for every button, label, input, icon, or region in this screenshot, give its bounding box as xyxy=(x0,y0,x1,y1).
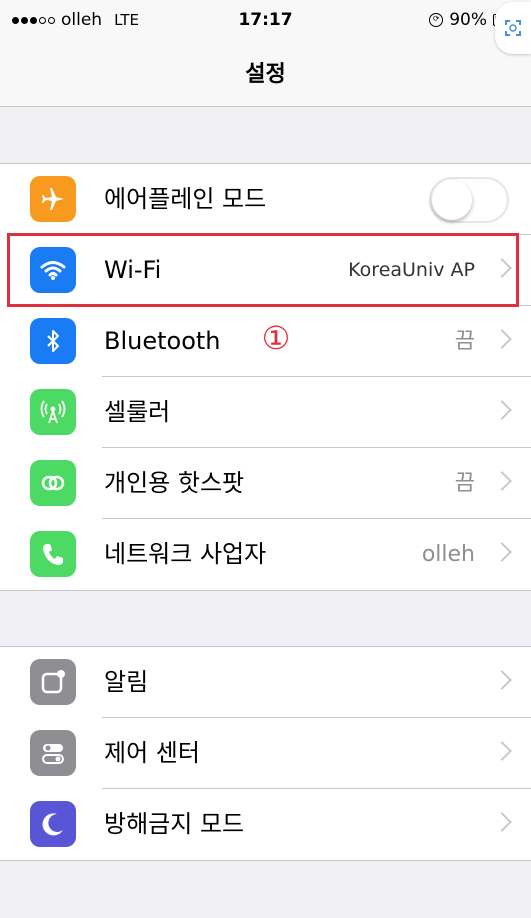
cellular-icon xyxy=(30,389,76,435)
do-not-disturb-row[interactable]: 방해금지 모드 xyxy=(0,789,531,860)
control-center-icon xyxy=(30,730,76,776)
status-bar: olleh LTE 17:17 ⟳ 90% xyxy=(0,0,531,40)
moon-icon xyxy=(30,801,76,847)
chevron-right-icon xyxy=(492,400,512,420)
chevron-right-icon xyxy=(492,329,512,349)
wifi-highlight-box xyxy=(7,233,519,307)
top-bar: olleh LTE 17:17 ⟳ 90% 설정 xyxy=(0,0,531,107)
chevron-right-icon xyxy=(492,741,512,761)
control-center-label: 제어 센터 xyxy=(104,739,200,767)
carrier-name-value: olleh xyxy=(421,542,475,567)
airplane-mode-label: 에어플레인 모드 xyxy=(104,185,267,213)
bluetooth-label: Bluetooth xyxy=(104,327,221,355)
cellular-row[interactable]: 셀룰러 xyxy=(0,377,531,448)
chevron-right-icon xyxy=(492,812,512,832)
bluetooth-status: 끔 xyxy=(454,329,475,354)
personal-hotspot-status: 끔 xyxy=(454,471,475,496)
phone-icon xyxy=(30,531,76,577)
system-group: 알림 제어 센터 방해금지 모드 xyxy=(0,646,531,861)
airplane-mode-row[interactable]: 에어플레인 모드 xyxy=(0,164,531,235)
carrier-label: 네트워크 사업자 xyxy=(104,540,267,568)
battery-percent: 90% xyxy=(449,10,487,30)
carrier-row[interactable]: 네트워크 사업자 olleh xyxy=(0,519,531,590)
chevron-right-icon xyxy=(492,542,512,562)
screenshot-capture-icon[interactable] xyxy=(495,2,531,54)
chevron-right-icon xyxy=(492,670,512,690)
bluetooth-icon xyxy=(30,318,76,364)
rotation-lock-icon: ⟳ xyxy=(429,13,444,27)
notifications-icon xyxy=(30,659,76,705)
personal-hotspot-label: 개인용 핫스팟 xyxy=(104,469,245,497)
page-title: 설정 xyxy=(245,62,286,87)
control-center-row[interactable]: 제어 센터 xyxy=(0,718,531,789)
notifications-label: 알림 xyxy=(104,668,149,696)
settings-screen: olleh LTE 17:17 ⟳ 90% 설정 에어플레인 모드 Wi-Fi … xyxy=(0,0,531,918)
step-marker: ① xyxy=(261,319,291,357)
cellular-label: 셀룰러 xyxy=(104,398,171,426)
do-not-disturb-label: 방해금지 모드 xyxy=(104,810,245,838)
connectivity-group: 에어플레인 모드 Wi-Fi KoreaUniv AP Bluetooth 끔 … xyxy=(0,163,531,591)
notifications-row[interactable]: 알림 xyxy=(0,647,531,718)
airplane-mode-toggle[interactable] xyxy=(429,177,509,223)
personal-hotspot-row[interactable]: 개인용 핫스팟 끔 xyxy=(0,448,531,519)
chevron-right-icon xyxy=(492,471,512,491)
hotspot-icon xyxy=(30,460,76,506)
toggle-knob xyxy=(432,180,472,220)
airplane-icon xyxy=(30,176,76,222)
